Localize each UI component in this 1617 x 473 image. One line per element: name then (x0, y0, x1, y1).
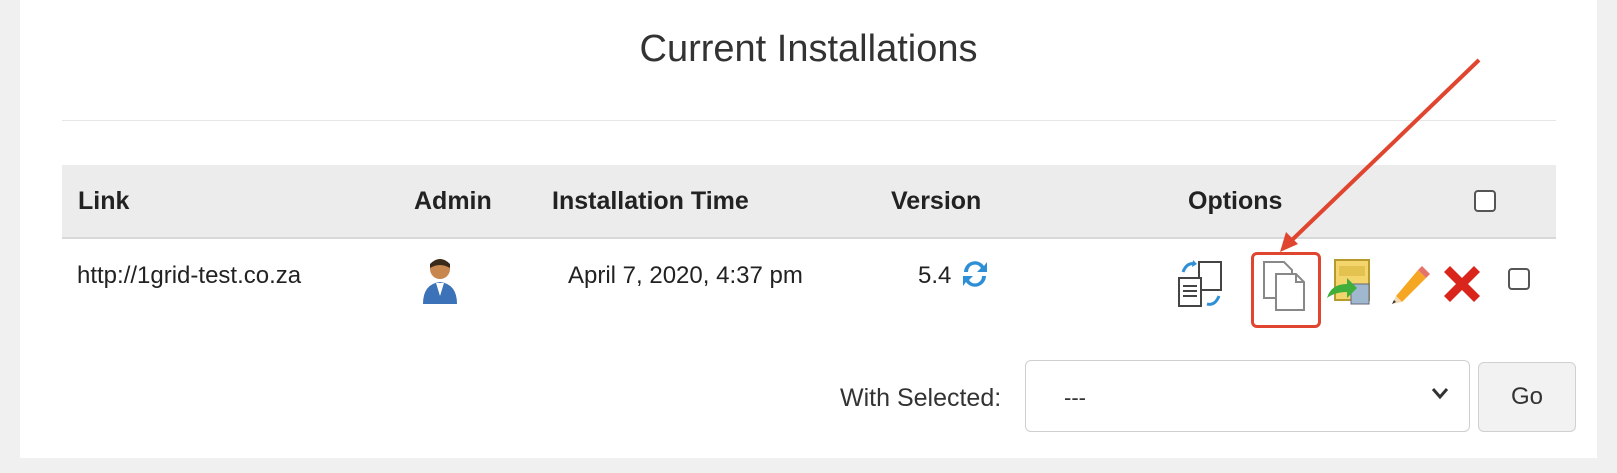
annotation-arrow (1280, 58, 1481, 252)
